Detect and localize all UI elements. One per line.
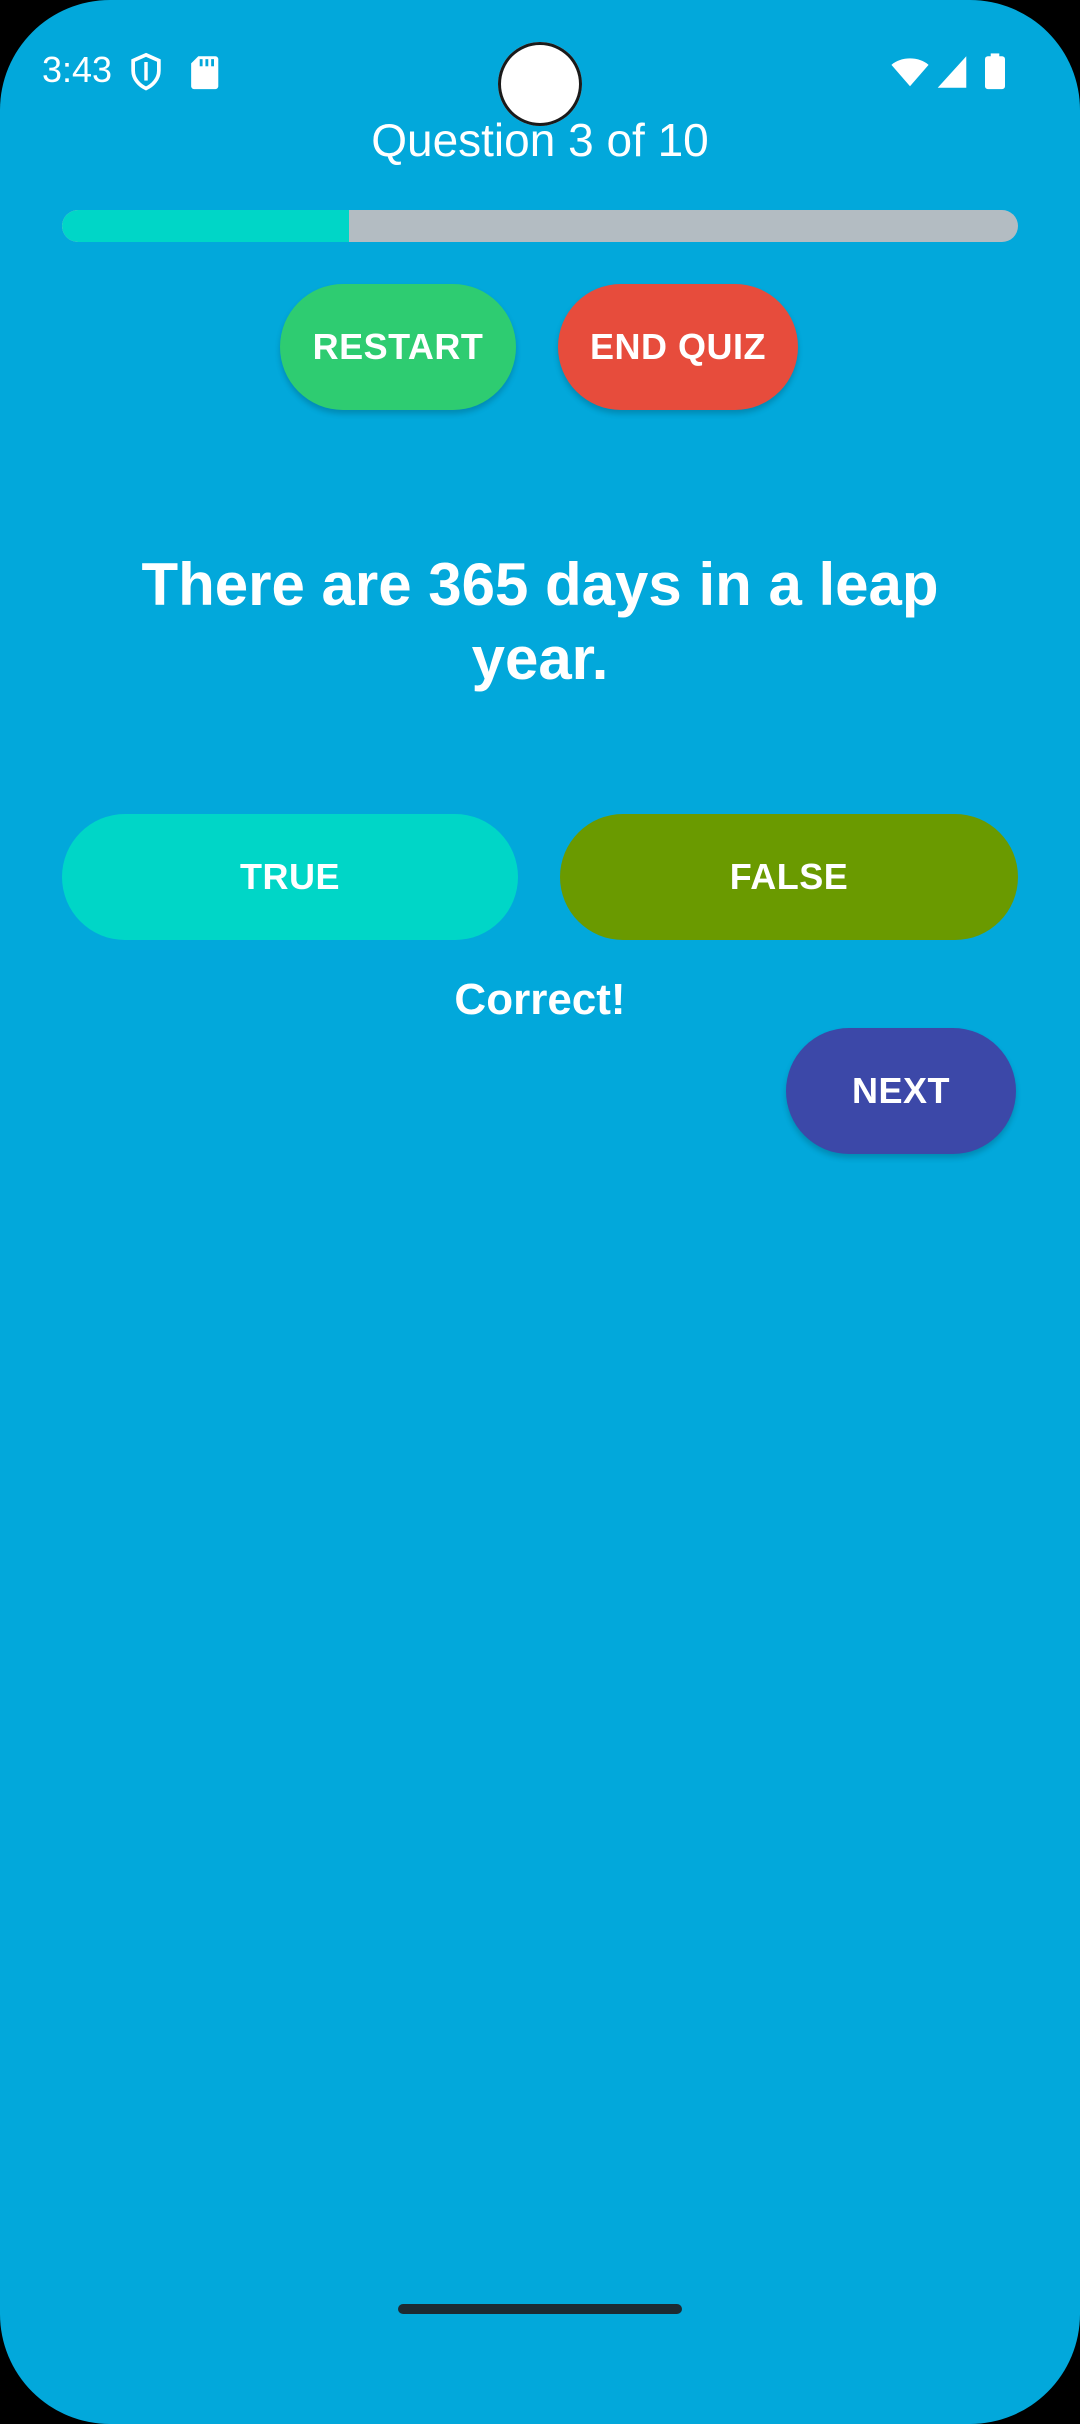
true-button[interactable]: TRUE bbox=[62, 814, 518, 940]
false-button[interactable]: FALSE bbox=[560, 814, 1018, 940]
wifi-icon bbox=[891, 58, 929, 87]
next-button[interactable]: NEXT bbox=[786, 1028, 1016, 1154]
signal-icon bbox=[937, 56, 967, 88]
status-time: 3:43 bbox=[42, 49, 113, 90]
question-text: There are 365 days in a leap year. bbox=[141, 551, 939, 692]
sd-card-icon bbox=[191, 56, 219, 90]
home-indicator[interactable] bbox=[398, 2304, 682, 2314]
restart-button[interactable]: RESTART bbox=[280, 284, 516, 410]
battery-icon bbox=[985, 53, 1005, 90]
question-counter: Question 3 of 10 bbox=[371, 114, 709, 166]
quiz-screen: 3:43 Question 3 of 10 RESTART END QUIZ T… bbox=[0, 0, 1080, 2424]
end-quiz-button[interactable]: END QUIZ bbox=[558, 284, 798, 410]
progress-bar bbox=[62, 210, 1018, 242]
shield-icon bbox=[131, 52, 161, 91]
progress-fill bbox=[62, 210, 349, 242]
feedback-text: Correct! bbox=[454, 975, 626, 1024]
